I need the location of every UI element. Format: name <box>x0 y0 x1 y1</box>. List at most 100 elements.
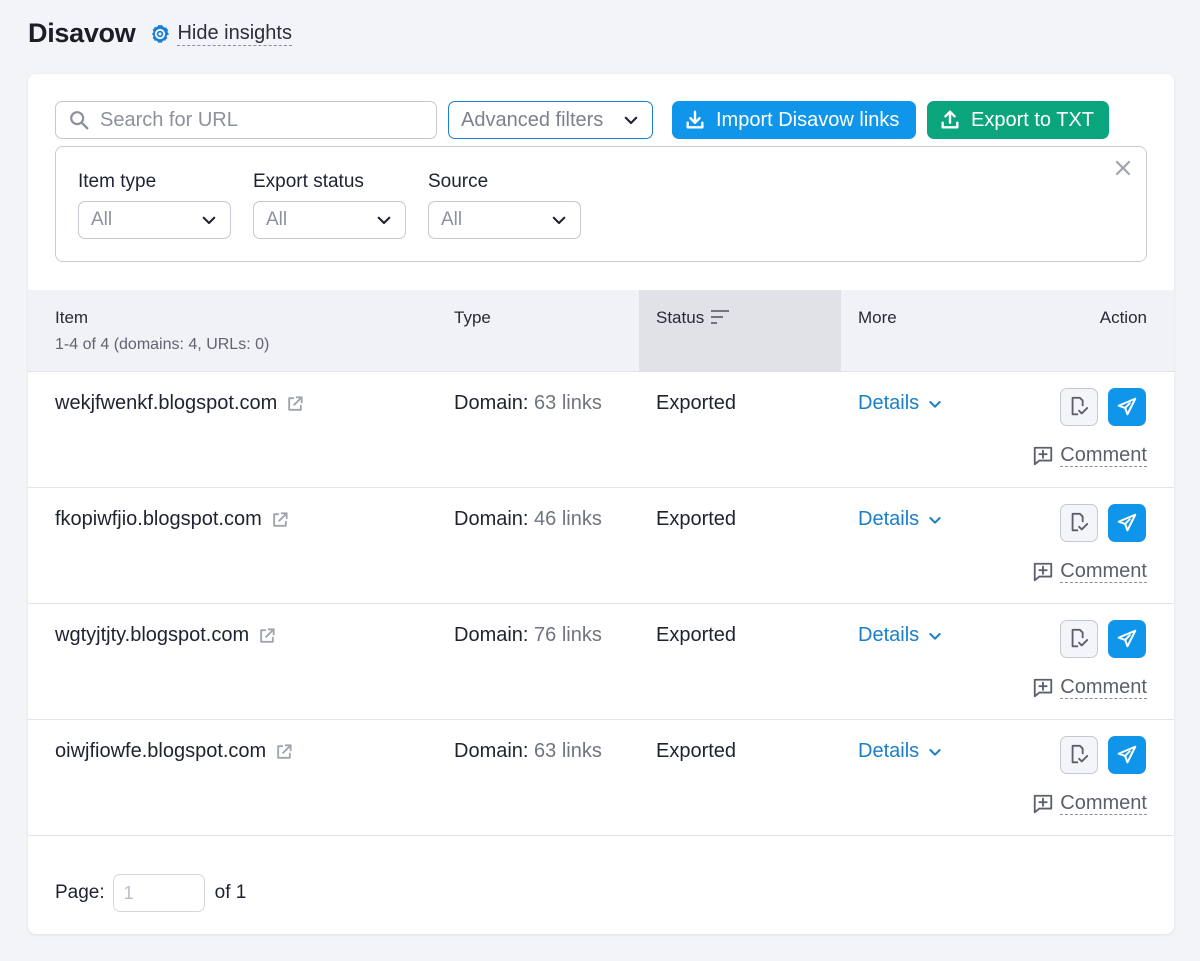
item-domain: oiwjfiowfe.blogspot.com <box>55 740 267 762</box>
export-label: Export to TXT <box>971 108 1095 131</box>
column-status[interactable]: Status <box>656 308 730 328</box>
item-cell: oiwjfiowfe.blogspot.com <box>55 740 294 763</box>
item-cell: fkopiwfjio.blogspot.com <box>55 508 290 531</box>
page-total: of 1 <box>214 882 247 903</box>
source-select[interactable]: All <box>428 201 581 239</box>
details-label: Details <box>858 624 920 646</box>
item-cell: wekjfwenkf.blogspot.com <box>55 392 305 415</box>
table-header: Item 1-4 of 4 (domains: 4, URLs: 0) Type… <box>28 290 1174 372</box>
import-disavow-button[interactable]: Import Disavow links <box>672 101 916 139</box>
column-type: Type <box>454 308 491 327</box>
type-label: Domain: <box>454 740 529 762</box>
page-header: Disavow Hide insights <box>28 18 292 49</box>
link-count: 63 links <box>534 392 602 414</box>
details-dropdown[interactable]: Details <box>858 392 943 415</box>
filter-export-status-label: Export status <box>253 171 364 192</box>
type-cell: Domain: 46 links <box>454 508 602 531</box>
chevron-down-icon <box>552 216 566 225</box>
chevron-down-icon <box>377 216 391 225</box>
document-check-icon <box>1071 744 1089 764</box>
chevron-down-icon <box>624 116 638 125</box>
item-domain: wgtyjtjty.blogspot.com <box>55 624 250 646</box>
column-action: Action <box>1099 308 1147 327</box>
search-box <box>55 101 437 139</box>
details-dropdown[interactable]: Details <box>858 508 943 531</box>
status-cell: Exported <box>656 508 737 530</box>
mark-reviewed-button[interactable] <box>1060 620 1098 658</box>
disavow-card: Advanced filters Import Disavow links Ex… <box>28 74 1174 934</box>
pagination: Page: of 1 <box>55 874 246 912</box>
table-row: oiwjfiowfe.blogspot.com Domain: 63 links… <box>28 720 1174 836</box>
chevron-down-icon <box>202 216 216 225</box>
gear-icon <box>152 24 170 43</box>
mark-reviewed-button[interactable] <box>1060 504 1098 542</box>
comment-button[interactable]: Comment <box>1032 676 1147 699</box>
link-count: 46 links <box>534 508 602 530</box>
type-cell: Domain: 63 links <box>454 392 602 415</box>
chevron-down-icon <box>929 748 941 756</box>
filter-item-type: Item type All <box>78 171 231 239</box>
mark-reviewed-button[interactable] <box>1060 388 1098 426</box>
send-icon <box>1117 745 1137 764</box>
status-cell: Exported <box>656 740 737 762</box>
import-label: Import Disavow links <box>716 108 900 131</box>
export-status-select[interactable]: All <box>253 201 406 239</box>
type-label: Domain: <box>454 392 529 414</box>
hide-insights-label: Hide insights <box>177 22 292 46</box>
details-dropdown[interactable]: Details <box>858 740 943 763</box>
document-check-icon <box>1071 396 1089 416</box>
hide-insights-toggle[interactable]: Hide insights <box>149 21 292 46</box>
send-button[interactable] <box>1108 736 1146 774</box>
status-cell: Exported <box>656 392 737 414</box>
filter-export-status: Export status All <box>253 171 406 239</box>
status-column-highlight <box>639 290 841 372</box>
comment-label: Comment <box>1060 676 1147 699</box>
link-count: 76 links <box>534 624 602 646</box>
send-button[interactable] <box>1108 620 1146 658</box>
column-item: Item <box>55 308 89 327</box>
details-label: Details <box>858 740 920 762</box>
comment-button[interactable]: Comment <box>1032 444 1147 467</box>
comment-button[interactable]: Comment <box>1032 560 1147 583</box>
advanced-filters-dropdown[interactable]: Advanced filters <box>448 101 653 139</box>
type-label: Domain: <box>454 624 529 646</box>
item-type-select[interactable]: All <box>78 201 231 239</box>
table-row: fkopiwfjio.blogspot.com Domain: 46 links… <box>28 488 1174 604</box>
send-icon <box>1117 397 1137 416</box>
comment-add-icon <box>1034 794 1053 813</box>
chevron-down-icon <box>929 632 941 640</box>
details-dropdown[interactable]: Details <box>858 624 943 647</box>
comment-label: Comment <box>1060 444 1147 467</box>
mark-reviewed-button[interactable] <box>1060 736 1098 774</box>
item-domain: fkopiwfjio.blogspot.com <box>55 508 262 530</box>
sort-icon <box>711 310 730 324</box>
send-icon <box>1117 513 1137 532</box>
comment-label: Comment <box>1060 560 1147 583</box>
source-value: All <box>441 209 463 230</box>
document-check-icon <box>1071 512 1089 532</box>
filter-item-type-label: Item type <box>78 171 157 192</box>
external-link-icon[interactable] <box>257 626 277 646</box>
search-input[interactable] <box>100 108 420 132</box>
comment-button[interactable]: Comment <box>1032 792 1147 815</box>
external-link-icon[interactable] <box>285 394 305 414</box>
send-icon <box>1117 629 1137 648</box>
advanced-filters-label: Advanced filters <box>461 108 604 131</box>
details-label: Details <box>858 392 920 414</box>
column-more: More <box>858 308 897 327</box>
external-link-icon[interactable] <box>274 742 294 762</box>
comment-add-icon <box>1034 446 1053 465</box>
status-cell: Exported <box>656 624 737 646</box>
document-check-icon <box>1071 628 1089 648</box>
external-link-icon[interactable] <box>270 510 290 530</box>
close-icon[interactable] <box>1114 159 1132 177</box>
send-button[interactable] <box>1108 388 1146 426</box>
upload-icon <box>941 110 959 129</box>
page-label: Page: <box>55 882 105 903</box>
toolbar: Advanced filters Import Disavow links Ex… <box>55 101 1155 139</box>
send-button[interactable] <box>1108 504 1146 542</box>
comment-add-icon <box>1034 678 1053 697</box>
export-txt-button[interactable]: Export to TXT <box>927 101 1109 139</box>
page-input[interactable] <box>112 874 205 912</box>
link-count: 63 links <box>534 740 602 762</box>
